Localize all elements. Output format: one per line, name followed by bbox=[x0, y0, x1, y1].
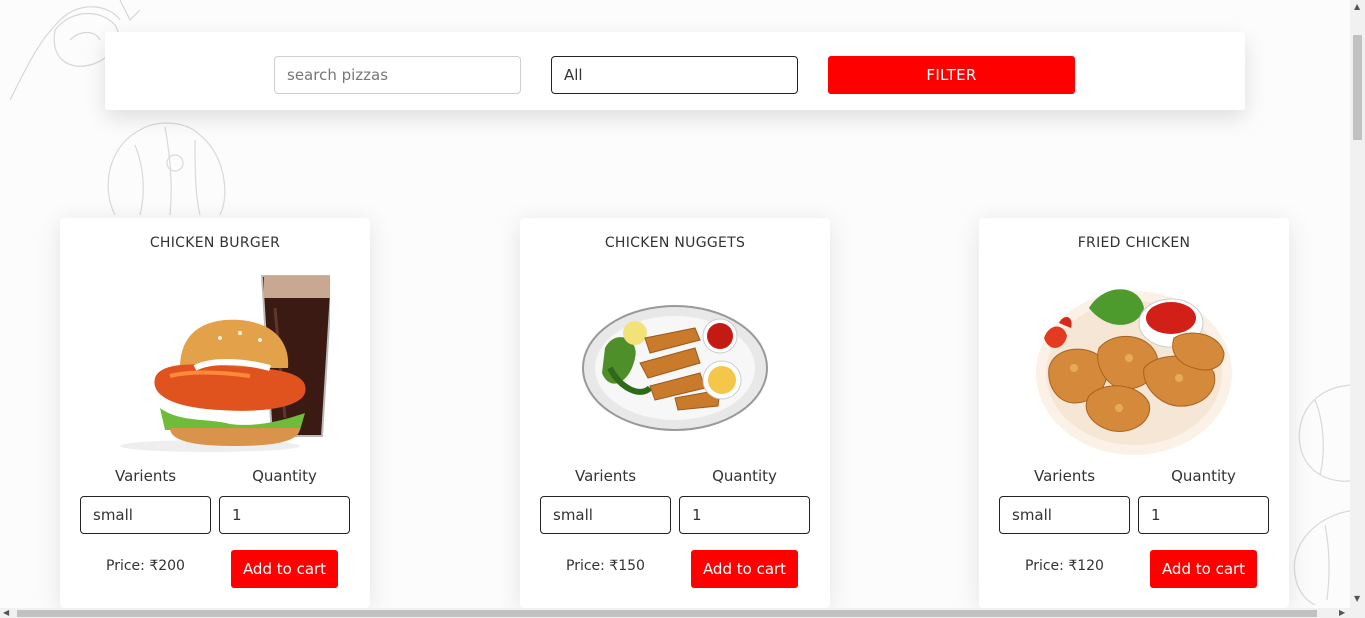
background-doodle-left bbox=[107, 122, 226, 216]
category-select[interactable]: All bbox=[551, 56, 798, 94]
varients-label: Varients bbox=[1033, 467, 1096, 485]
horizontal-scroll-thumb[interactable] bbox=[17, 610, 1317, 617]
quantity-label: Quantity bbox=[1171, 467, 1236, 485]
add-to-cart-button[interactable]: Add to cart bbox=[1150, 550, 1257, 588]
price-text: Price: ₹150 bbox=[566, 558, 645, 574]
quantity-select[interactable]: 1 bbox=[679, 496, 810, 534]
quantity-label: Quantity bbox=[252, 467, 317, 485]
varients-label: Varients bbox=[114, 467, 177, 485]
product-card-chicken-burger: CHICKEN BURGER Varients Quantity small 1… bbox=[60, 218, 370, 608]
scroll-down-arrow-icon[interactable]: ▼ bbox=[1354, 594, 1360, 603]
search-input[interactable] bbox=[274, 56, 521, 94]
product-title: FRIED CHICKEN bbox=[1077, 235, 1191, 251]
fried-chicken-image bbox=[1036, 289, 1232, 455]
variant-select[interactable]: small bbox=[540, 496, 671, 534]
vertical-scroll-thumb[interactable] bbox=[1353, 35, 1362, 140]
scroll-up-arrow-icon[interactable]: ▲ bbox=[1354, 2, 1360, 11]
product-title: CHICKEN BURGER bbox=[149, 235, 281, 251]
chicken-burger-image bbox=[120, 275, 330, 452]
quantity-select[interactable]: 1 bbox=[219, 496, 350, 534]
filter-bar: All FILTER bbox=[105, 32, 1245, 110]
vertical-scrollbar[interactable]: ▲ ▼ bbox=[1350, 0, 1365, 608]
background-doodle-right bbox=[1293, 384, 1355, 605]
product-card-fried-chicken: FRIED CHICKEN Varients Quantity small 1 … bbox=[979, 218, 1289, 608]
filter-button[interactable]: FILTER bbox=[828, 56, 1075, 94]
add-to-cart-button[interactable]: Add to cart bbox=[691, 550, 798, 588]
add-to-cart-button[interactable]: Add to cart bbox=[231, 550, 338, 588]
price-text: Price: ₹120 bbox=[1025, 558, 1104, 574]
variant-select[interactable]: small bbox=[999, 496, 1130, 534]
horizontal-scrollbar[interactable]: ◀ ▶ bbox=[0, 608, 1365, 618]
price-text: Price: ₹200 bbox=[106, 558, 185, 574]
product-title: CHICKEN NUGGETS bbox=[604, 235, 746, 251]
scroll-left-arrow-icon[interactable]: ◀ bbox=[3, 608, 9, 617]
quantity-select[interactable]: 1 bbox=[1138, 496, 1269, 534]
product-card-chicken-nuggets: CHICKEN NUGGETS Varients Quantity small … bbox=[520, 218, 830, 608]
quantity-label: Quantity bbox=[712, 467, 777, 485]
varients-label: Varients bbox=[574, 467, 637, 485]
variant-select[interactable]: small bbox=[80, 496, 211, 534]
chicken-nuggets-image bbox=[582, 305, 768, 431]
scroll-right-arrow-icon[interactable]: ▶ bbox=[1339, 608, 1345, 617]
